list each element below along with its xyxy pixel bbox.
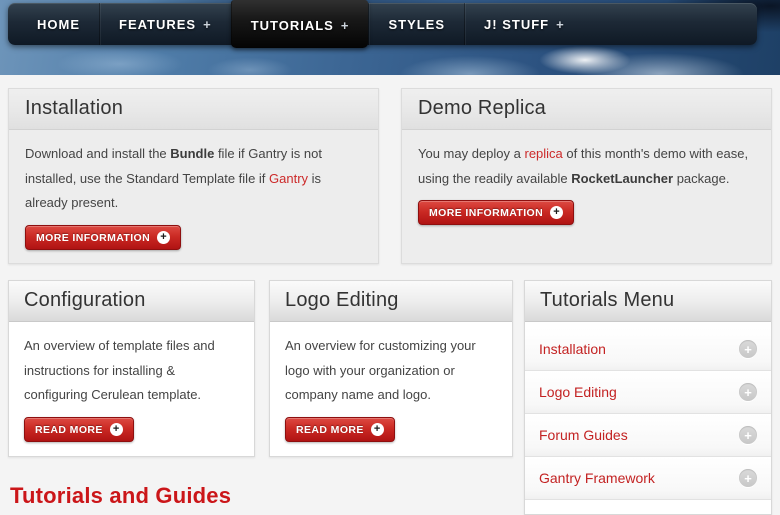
plus-circle-icon: + xyxy=(739,340,757,358)
panel-title: Demo Replica xyxy=(418,97,755,120)
plus-circle-icon: + xyxy=(110,423,123,436)
button-label: READ MORE xyxy=(35,424,103,436)
panel-title: Installation xyxy=(25,97,362,120)
tutorials-menu-list: Installation + Logo Editing + Forum Guid… xyxy=(525,322,771,514)
gantry-link[interactable]: Gantry xyxy=(269,171,308,186)
nav-item-label: HOME xyxy=(37,17,80,32)
nav-item-styles[interactable]: STYLES xyxy=(368,3,464,45)
logo-editing-card-header: Logo Editing xyxy=(270,281,512,322)
more-information-button[interactable]: MORE INFORMATION + xyxy=(25,225,181,250)
logo-editing-card: Logo Editing An overview for customizing… xyxy=(269,280,513,457)
menu-item-gantry-framework[interactable]: Gantry Framework + xyxy=(525,457,771,500)
card-text: An overview for customizing your logo wi… xyxy=(285,334,497,408)
read-more-button[interactable]: READ MORE + xyxy=(285,417,395,442)
installation-panel: Installation Download and install the Bu… xyxy=(8,88,379,264)
menu-footer-spacer xyxy=(525,500,771,514)
plus-circle-icon: + xyxy=(157,231,170,244)
plus-circle-icon: + xyxy=(739,469,757,487)
configuration-card-body: An overview of template files and instru… xyxy=(9,322,254,456)
installation-panel-header: Installation xyxy=(9,89,378,130)
tutorials-menu-card: Tutorials Menu Installation + Logo Editi… xyxy=(524,280,772,515)
plus-circle-icon: + xyxy=(550,206,563,219)
demo-replica-panel-body: You may deploy a replica of this month's… xyxy=(402,130,771,238)
menu-link: Installation xyxy=(539,341,606,357)
nav-item-label: TUTORIALS xyxy=(251,18,334,33)
text-segment: You may deploy a xyxy=(418,146,524,161)
text-segment-bold: RocketLauncher xyxy=(571,171,673,186)
menu-link: Logo Editing xyxy=(539,384,617,400)
nav-item-label: J! STUFF xyxy=(484,17,549,32)
panel-text: Download and install the Bundle file if … xyxy=(25,142,362,216)
menu-item-logo-editing[interactable]: Logo Editing + xyxy=(525,371,771,414)
text-segment: Download and install the xyxy=(25,146,170,161)
button-label: MORE INFORMATION xyxy=(36,232,150,244)
demo-replica-panel-header: Demo Replica xyxy=(402,89,771,130)
read-more-button[interactable]: READ MORE + xyxy=(24,417,134,442)
more-information-button[interactable]: MORE INFORMATION + xyxy=(418,200,574,225)
panel-text: You may deploy a replica of this month's… xyxy=(418,142,755,191)
submenu-plus-icon: + xyxy=(556,17,565,32)
card-title: Logo Editing xyxy=(285,289,497,312)
logo-editing-card-body: An overview for customizing your logo wi… xyxy=(270,322,512,456)
nav-item-features[interactable]: FEATURES + xyxy=(99,3,231,45)
button-label: MORE INFORMATION xyxy=(429,207,543,219)
configuration-card-header: Configuration xyxy=(9,281,254,322)
nav-item-label: STYLES xyxy=(388,17,445,32)
submenu-plus-icon: + xyxy=(341,18,350,33)
header-hero-image: HOME FEATURES + TUTORIALS + STYLES J! ST… xyxy=(0,0,780,75)
submenu-plus-icon: + xyxy=(203,17,212,32)
top-panels-row: Installation Download and install the Bu… xyxy=(8,88,772,264)
plus-circle-icon: + xyxy=(371,423,384,436)
configuration-card: Configuration An overview of template fi… xyxy=(8,280,255,457)
menu-item-installation[interactable]: Installation + xyxy=(525,328,771,371)
nav-item-j-stuff[interactable]: J! STUFF + xyxy=(464,3,584,45)
nav-item-home[interactable]: HOME xyxy=(18,3,99,45)
card-title: Configuration xyxy=(24,289,239,312)
menu-link: Gantry Framework xyxy=(539,470,655,486)
text-segment: package. xyxy=(673,171,729,186)
replica-link[interactable]: replica xyxy=(524,146,562,161)
main-content: Installation Download and install the Bu… xyxy=(0,75,780,509)
menu-item-forum-guides[interactable]: Forum Guides + xyxy=(525,414,771,457)
card-title: Tutorials Menu xyxy=(540,289,756,312)
tutorials-menu-header: Tutorials Menu xyxy=(525,281,771,322)
nav-item-tutorials[interactable]: TUTORIALS + xyxy=(231,0,369,48)
installation-panel-body: Download and install the Bundle file if … xyxy=(9,130,378,263)
bottom-panels-row: Configuration An overview of template fi… xyxy=(8,280,772,457)
nav-item-label: FEATURES xyxy=(119,17,196,32)
card-text: An overview of template files and instru… xyxy=(24,334,239,408)
text-segment-bold: Bundle xyxy=(170,146,214,161)
main-navbar: HOME FEATURES + TUTORIALS + STYLES J! ST… xyxy=(8,3,757,45)
menu-link: Forum Guides xyxy=(539,427,628,443)
button-label: READ MORE xyxy=(296,424,364,436)
demo-replica-panel: Demo Replica You may deploy a replica of… xyxy=(401,88,772,264)
plus-circle-icon: + xyxy=(739,426,757,444)
plus-circle-icon: + xyxy=(739,383,757,401)
